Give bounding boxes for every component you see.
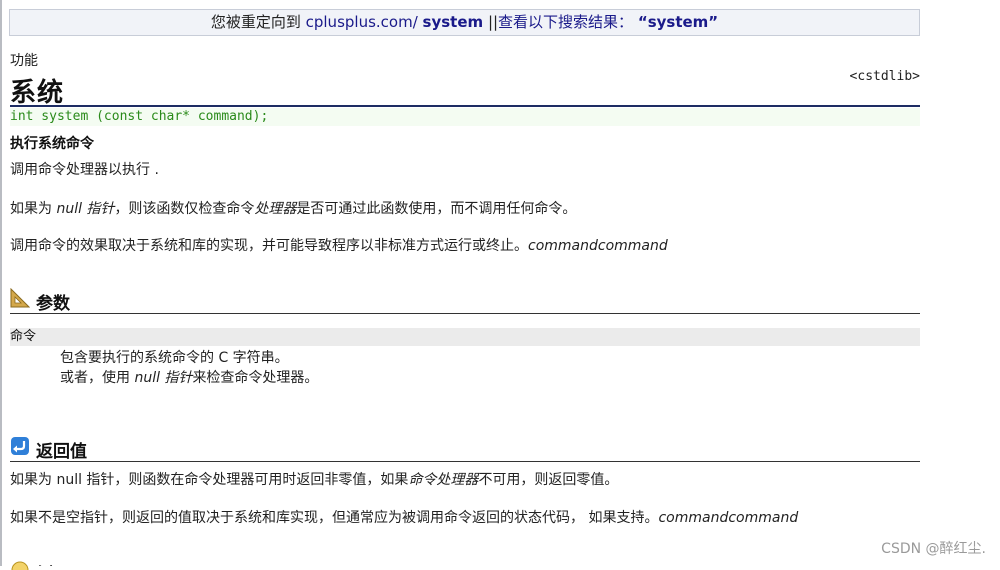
- summary-subtitle: 执行系统命令: [10, 136, 94, 152]
- summary-line-2-processor: 处理器: [254, 201, 297, 217]
- return-value-line-1-text-c: 不可用，则返回零值。: [478, 472, 619, 488]
- parameters-heading: 参数: [36, 294, 70, 314]
- summary-line-2-text-e: 是否可通过此函数使用，而不调用任何命令。: [296, 201, 577, 217]
- summary-line-2-text-c: ，则该函数仅检查命令: [114, 201, 255, 217]
- redirect-prefix: 您被重定向到: [210, 13, 301, 31]
- page-title: 系统: [10, 78, 65, 108]
- example-heading: 例: [36, 560, 53, 566]
- parameter-desc-2-text-c: 来检查命令处理器。: [192, 370, 319, 386]
- category-label: 功能: [10, 53, 38, 69]
- parameters-section-header: 参数: [10, 288, 920, 314]
- summary-line-3-text: 调用命令的效果取决于系统和库的实现，并可能导致程序以非标准方式运行或终止。: [10, 238, 528, 254]
- redirect-separator: ||: [487, 13, 499, 31]
- return-value-section-header: 返回值: [10, 436, 920, 462]
- return-value-line-2-text: 如果不是空指针，则返回的值取决于系统和库实现，但通常应为被调用命令返回的状态代码…: [10, 510, 659, 526]
- parameter-desc-2-text-a: 或者，使用: [60, 370, 135, 386]
- csdn-watermark: CSDN @醉红尘.: [881, 541, 986, 557]
- return-arrow-icon: [11, 437, 29, 455]
- parameter-name-row: 命令: [10, 328, 920, 346]
- summary-line-3: 调用命令的效果取决于系统和库的实现，并可能导致程序以非标准方式运行或终止。com…: [10, 235, 668, 255]
- parameter-name: 命令: [10, 329, 37, 344]
- summary-line-2-null-pointer: null 指针: [56, 201, 115, 217]
- return-value-heading: 返回值: [36, 442, 87, 462]
- summary-line-1: 调用命令处理器以执行 .: [10, 162, 159, 178]
- parameter-desc-2-null-pointer: null 指针: [134, 370, 193, 386]
- library-header-link[interactable]: <cstdlib>: [850, 69, 920, 84]
- return-value-line-1-processor: 命令处理器: [408, 472, 479, 488]
- parameter-desc-2: 或者，使用 null 指针来检查命令处理器。: [60, 367, 318, 387]
- parameter-desc-1: 包含要执行的系统命令的 C 字符串。: [60, 350, 289, 366]
- parameters-divider: [10, 313, 920, 314]
- summary-line-2: 如果为 null 指针，则该函数仅检查命令处理器是否可通过此函数使用，而不调用任…: [10, 198, 576, 218]
- redirect-link-domain[interactable]: cplusplus.com/: [306, 13, 418, 31]
- title-divider: [10, 105, 920, 107]
- search-query[interactable]: “system”: [638, 13, 718, 31]
- search-results-link[interactable]: 查看以下搜索结果：: [498, 13, 633, 31]
- return-value-line-1-text-a: 如果为 null 指针，则函数在命令处理器可用时返回非零值，如果: [10, 472, 409, 488]
- redirect-link[interactable]: cplusplus.com/ system: [306, 13, 484, 31]
- summary-line-3-command: commandcommand: [528, 238, 668, 254]
- summary-line-2-text-a: 如果为: [10, 201, 57, 217]
- example-lightbulb-icon: [11, 561, 29, 570]
- return-value-line-2: 如果不是空指针，则返回的值取决于系统和库实现，但通常应为被调用命令返回的状态代码…: [10, 507, 798, 527]
- return-value-line-1: 如果为 null 指针，则函数在命令处理器可用时返回非零值，如果命令处理器不可用…: [10, 469, 618, 489]
- return-value-divider: [10, 461, 920, 462]
- set-square-icon: [10, 288, 30, 308]
- function-prototype: int system (const char* command);: [10, 108, 920, 126]
- redirect-link-page[interactable]: system: [423, 13, 484, 31]
- redirect-notice-bar: 您被重定向到 cplusplus.com/ system ||查看以下搜索结果：…: [9, 9, 920, 36]
- return-value-line-2-command: commandcommand: [658, 510, 799, 526]
- left-border: [0, 0, 2, 566]
